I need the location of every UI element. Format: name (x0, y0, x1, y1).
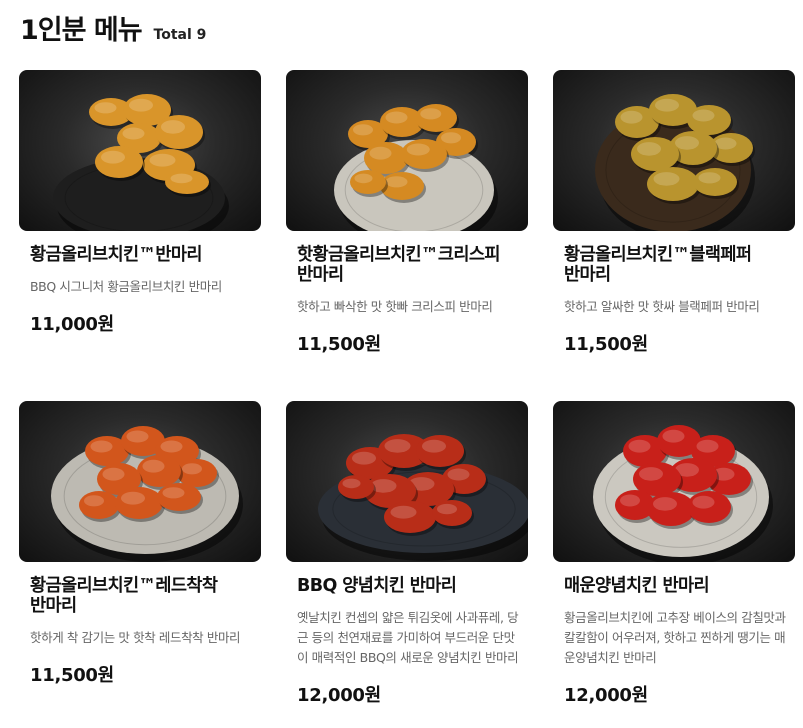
menu-price: 11,000원 (30, 314, 114, 335)
menu-description: 황금올리브치킨에 고추장 베이스의 감칠맛과 칼칼함이 어우러져, 핫하고 찐하… (564, 610, 786, 665)
golden-olive-fried-chicken-photo (53, 94, 229, 231)
menu-name[interactable]: 황금올리브치킨™레드착착 반마리 (30, 576, 258, 616)
menu-card[interactable]: 핫황금올리브치킨™크리스피 반마리 핫하고 빠삭한 맛 핫빠 크리스피 반마리 … (286, 70, 528, 356)
menu-photo[interactable] (286, 70, 528, 231)
section-title: 1인분 메뉴 (20, 15, 143, 46)
menu-card[interactable]: BBQ 양념치킨 반마리 옛날치킨 컨셉의 얇은 튀김옷에 사과퓨레, 당근 등… (286, 401, 528, 707)
menu-name[interactable]: 매운양념치킨 반마리 (564, 576, 792, 596)
black-pepper-fried-chicken-photo (595, 94, 755, 231)
menu-description: BBQ 시그니처 황금올리브치킨 반마리 (30, 279, 222, 294)
menu-card[interactable]: 매운양념치킨 반마리 황금올리브치킨에 고추장 베이스의 감칠맛과 칼칼함이 어… (553, 401, 795, 707)
menu-description: 핫하고 알싸한 맛 핫싸 블랙페퍼 반마리 (564, 299, 760, 314)
menu-name[interactable]: 핫황금올리브치킨™크리스피 반마리 (297, 245, 525, 285)
menu-photo[interactable] (19, 401, 261, 562)
menu-price: 11,500원 (297, 334, 381, 355)
spicy-sauce-chicken-photo (593, 425, 773, 562)
menu-description: 핫하고 빠삭한 맛 핫빠 크리스피 반마리 (297, 299, 493, 314)
menu-price: 12,000원 (564, 685, 648, 706)
menu-price: 12,000원 (297, 685, 381, 706)
menu-name[interactable]: 황금올리브치킨™반마리 (30, 245, 258, 265)
menu-photo[interactable] (19, 70, 261, 231)
menu-photo[interactable] (553, 70, 795, 231)
menu-photo[interactable] (286, 401, 528, 562)
menu-page: 1인분 메뉴 Total 9 황금올리브치킨™반마리 BBQ 시그니처 황금올리… (0, 0, 803, 728)
menu-description: 옛날치킨 컨셉의 얇은 튀김옷에 사과퓨레, 당근 등의 천연재료를 가미하여 … (297, 610, 519, 665)
sweet-sauce-chicken-photo (318, 434, 528, 561)
menu-photo[interactable] (553, 401, 795, 562)
menu-name[interactable]: BBQ 양념치킨 반마리 (297, 576, 525, 596)
menu-card[interactable]: 황금올리브치킨™블랙페퍼 반마리 핫하고 알싸한 맛 핫싸 블랙페퍼 반마리 1… (553, 70, 795, 356)
section-header: 1인분 메뉴 Total 9 (20, 8, 206, 47)
menu-card[interactable]: 황금올리브치킨™레드착착 반마리 핫하게 착 감기는 맛 핫착 레드착착 반마리… (19, 401, 261, 687)
menu-description: 핫하게 착 감기는 맛 핫착 레드착착 반마리 (30, 630, 241, 645)
menu-name[interactable]: 황금올리브치킨™블랙페퍼 반마리 (564, 245, 792, 285)
hot-crispy-fried-chicken-photo (334, 104, 498, 231)
menu-price: 11,500원 (30, 665, 114, 686)
menu-price: 11,500원 (564, 334, 648, 355)
red-seasoned-fried-chicken-photo (51, 426, 243, 562)
menu-card[interactable]: 황금올리브치킨™반마리 BBQ 시그니처 황금올리브치킨 반마리 11,000원 (19, 70, 261, 336)
total-count: Total 9 (153, 27, 207, 43)
